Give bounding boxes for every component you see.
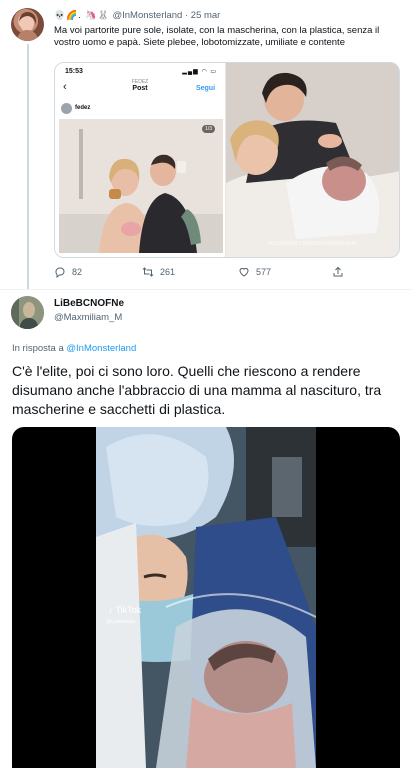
retweet-button[interactable]: 261: [142, 266, 175, 278]
status-icons: ▂▄▆ ◠ ▭: [182, 69, 218, 75]
avatar[interactable]: [11, 296, 44, 329]
tweet-header: 💀🌈. 🦄🐰 @InMonsterland · 25 mar: [54, 10, 220, 21]
user-handle[interactable]: @Maxmiliam_M: [54, 312, 122, 323]
tiktok-label: TikTok: [115, 605, 142, 615]
separator-dot: ·: [184, 10, 189, 21]
ig-carousel-counter: 1/3: [202, 125, 216, 133]
reply-count: 82: [72, 267, 83, 277]
reply-target-link[interactable]: @InMonsterland: [66, 343, 136, 354]
tiktok-user-id: @cutenewbo: [106, 619, 136, 625]
user-handle[interactable]: @InMonsterland: [112, 10, 182, 21]
reply-button[interactable]: 82: [54, 266, 82, 278]
instagram-screenshot[interactable]: 15:53 ▂▄▆ ◠ ▭ ‹ FEDEZ Post Segui fedez 1…: [55, 63, 227, 257]
tweet-text: C'è l'elite, poi ci sono loro. Quelli ch…: [12, 363, 382, 417]
video-frame[interactable]: ♪ TikTok @cutenewbo: [96, 427, 316, 768]
avatar[interactable]: [11, 8, 44, 41]
tiktok-icon: ♪: [108, 605, 113, 615]
tweet-media[interactable]: 15:53 ▂▄▆ ◠ ▭ ‹ FEDEZ Post Segui fedez 1…: [54, 62, 400, 258]
display-name-emoji[interactable]: 💀🌈. 🦄🐰: [54, 10, 110, 20]
tweet-text: Ma voi partorite pure sole, isolate, con…: [54, 25, 380, 48]
reply-prefix: In risposta a: [12, 343, 64, 354]
tweet-parent[interactable]: 💀🌈. 🦄🐰 @InMonsterland · 25 mar Ma voi pa…: [0, 0, 412, 290]
tweet-video[interactable]: ♪ TikTok @cutenewbo: [12, 427, 400, 768]
share-icon: [333, 266, 343, 277]
ig-post-user: fedez: [75, 105, 91, 111]
like-count: 577: [256, 267, 272, 277]
display-name[interactable]: LiBeBCNOFNe: [54, 298, 124, 309]
ig-avatar: [61, 103, 72, 114]
like-button[interactable]: 577: [238, 266, 271, 278]
reply-icon: [55, 267, 65, 278]
share-button[interactable]: [332, 266, 344, 278]
status-time: 15:53: [65, 68, 83, 75]
ig-follow-button: Segui: [195, 85, 216, 92]
tweet-divider: [0, 289, 412, 290]
like-icon: [239, 267, 249, 277]
hospital-photo: [59, 119, 223, 253]
reply-context: In risposta a @InMonsterland: [12, 343, 136, 354]
tiktok-watermark: ♪ TikTok: [108, 605, 141, 615]
retweet-count: 261: [160, 267, 176, 277]
tweet-actions: 82 261 577: [54, 266, 394, 280]
photo-watermark: INSTAGRAM.COM/CHIARAFERRAGNI: [268, 241, 357, 247]
retweet-icon: [142, 267, 154, 277]
tweet-date[interactable]: 25 mar: [191, 10, 221, 21]
family-photo[interactable]: INSTAGRAM.COM/CHIARAFERRAGNI: [226, 63, 399, 257]
